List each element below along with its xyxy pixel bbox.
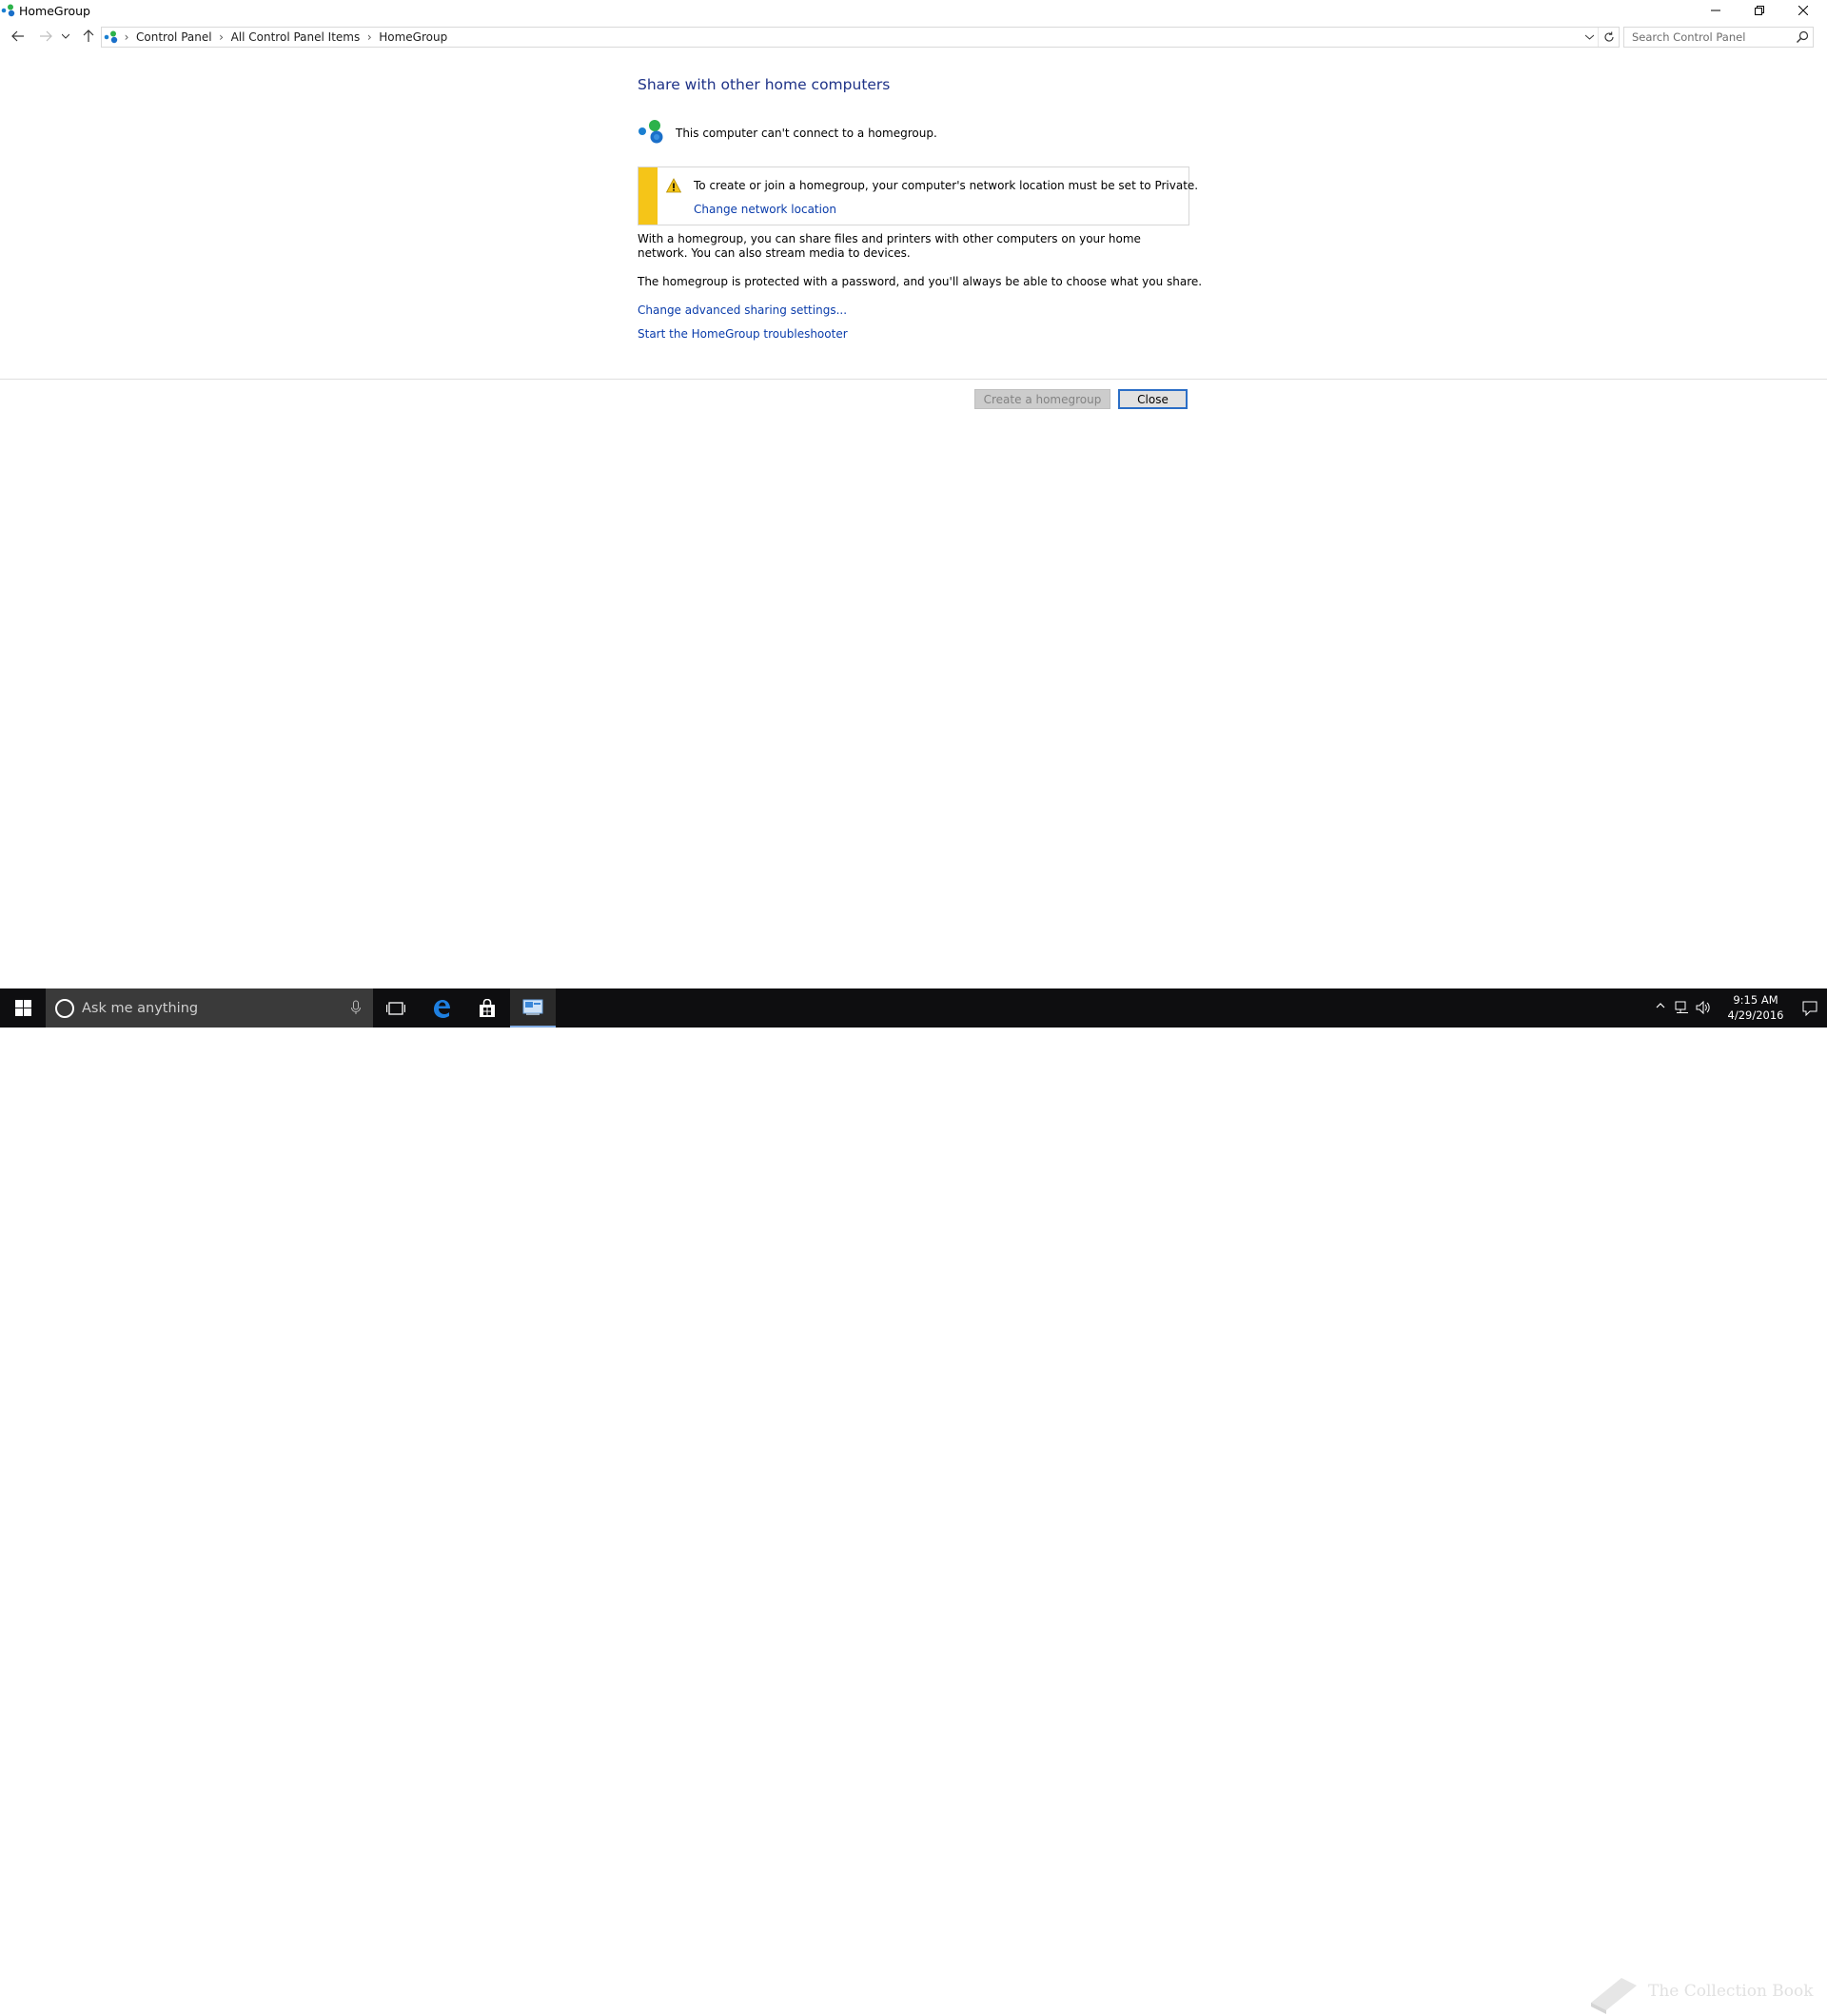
homegroup-description: With a homegroup, you can share files an… bbox=[638, 232, 1141, 260]
watermark-text: The Collection Book bbox=[1648, 1982, 1814, 2001]
chevron-right-icon[interactable]: › bbox=[214, 28, 229, 47]
title-bar[interactable]: HomeGroup bbox=[0, 0, 1827, 23]
system-tray: 9:15 AM 4/29/2016 bbox=[1580, 988, 1827, 1028]
search-input[interactable] bbox=[1624, 28, 1792, 47]
back-button[interactable] bbox=[9, 27, 28, 46]
clock-time: 9:15 AM bbox=[1733, 993, 1778, 1007]
address-bar[interactable]: › Control Panel › All Control Panel Item… bbox=[101, 27, 1620, 48]
cortana-search-placeholder: Ask me anything bbox=[82, 1000, 199, 1016]
clock[interactable]: 9:15 AM 4/29/2016 bbox=[1713, 992, 1798, 1023]
breadcrumb-homegroup[interactable]: HomeGroup bbox=[377, 30, 449, 44]
troubleshooter-link[interactable]: Start the HomeGroup troubleshooter bbox=[638, 327, 848, 341]
cortana-search-box[interactable]: Ask me anything bbox=[46, 988, 373, 1028]
cortana-icon bbox=[55, 998, 74, 1018]
task-view-button[interactable] bbox=[373, 988, 419, 1028]
chevron-down-icon bbox=[1584, 34, 1594, 40]
homegroup-icon bbox=[1, 4, 15, 17]
close-button[interactable]: Close bbox=[1118, 389, 1188, 409]
arrow-up-icon bbox=[83, 29, 94, 42]
chevron-right-icon[interactable]: › bbox=[362, 28, 377, 47]
warning-icon bbox=[666, 178, 681, 193]
password-note: The homegroup is protected with a passwo… bbox=[638, 275, 1203, 288]
book-watermark-icon bbox=[1591, 1978, 1637, 2014]
page-title: Share with other home computers bbox=[638, 76, 891, 93]
create-homegroup-button[interactable]: Create a homegroup bbox=[974, 389, 1110, 409]
search-box[interactable] bbox=[1623, 27, 1814, 48]
control-panel-taskbar-button[interactable] bbox=[510, 988, 556, 1028]
task-view-icon bbox=[386, 1001, 405, 1015]
warning-stripe bbox=[638, 167, 658, 225]
breadcrumb: › Control Panel › All Control Panel Item… bbox=[102, 28, 449, 47]
status-text: This computer can't connect to a homegro… bbox=[676, 127, 937, 140]
divider bbox=[0, 379, 1827, 380]
start-button[interactable] bbox=[0, 988, 46, 1028]
refresh-button[interactable] bbox=[1598, 28, 1619, 47]
window-title: HomeGroup bbox=[19, 4, 90, 18]
close-icon bbox=[1798, 6, 1808, 15]
warning-box: To create or join a homegroup, your comp… bbox=[638, 166, 1198, 225]
clock-date: 4/29/2016 bbox=[1727, 1008, 1784, 1022]
homegroup-window: HomeGroup › Control Panel › All Control … bbox=[0, 0, 1827, 988]
store-taskbar-button[interactable] bbox=[464, 988, 510, 1028]
network-icon[interactable] bbox=[1675, 1001, 1690, 1014]
arrow-right-icon bbox=[40, 30, 52, 42]
chevron-down-icon bbox=[62, 33, 69, 39]
microphone-icon[interactable] bbox=[350, 1000, 362, 1015]
breadcrumb-all-items[interactable]: All Control Panel Items bbox=[229, 30, 363, 44]
store-icon bbox=[480, 998, 495, 1017]
chevron-up-icon[interactable] bbox=[1656, 1001, 1665, 1010]
forward-button[interactable] bbox=[36, 27, 55, 46]
close-window-button[interactable] bbox=[1781, 0, 1825, 21]
warning-text: To create or join a homegroup, your comp… bbox=[694, 179, 1199, 192]
up-button[interactable] bbox=[79, 27, 98, 46]
homegroup-icon[interactable] bbox=[104, 29, 119, 45]
restore-icon bbox=[1755, 6, 1764, 15]
search-icon[interactable] bbox=[1795, 29, 1810, 45]
edge-icon bbox=[434, 999, 450, 1018]
recent-locations-button[interactable] bbox=[59, 27, 72, 46]
minimize-icon bbox=[1711, 10, 1720, 11]
taskbar: Ask me anything 9:15 AM 4/29/2016 The Co… bbox=[0, 988, 1827, 2014]
action-center-icon[interactable] bbox=[1802, 1001, 1817, 1016]
edge-taskbar-button[interactable] bbox=[419, 988, 464, 1028]
breadcrumb-control-panel[interactable]: Control Panel bbox=[134, 30, 214, 44]
windows-logo-icon bbox=[14, 1000, 31, 1016]
homegroup-icon bbox=[638, 120, 663, 144]
status-row: This computer can't connect to a homegro… bbox=[638, 118, 1189, 147]
arrow-left-icon bbox=[11, 30, 24, 42]
restore-button[interactable] bbox=[1738, 0, 1781, 21]
volume-icon[interactable] bbox=[1696, 1001, 1711, 1014]
change-network-location-link[interactable]: Change network location bbox=[694, 203, 836, 216]
navigation-row: › Control Panel › All Control Panel Item… bbox=[0, 25, 1827, 49]
address-dropdown-button[interactable] bbox=[1581, 28, 1598, 47]
refresh-icon bbox=[1604, 31, 1614, 42]
chevron-right-icon[interactable]: › bbox=[119, 28, 134, 47]
control-panel-icon bbox=[522, 999, 543, 1015]
minimize-button[interactable] bbox=[1694, 0, 1738, 21]
advanced-sharing-link[interactable]: Change advanced sharing settings... bbox=[638, 303, 847, 317]
